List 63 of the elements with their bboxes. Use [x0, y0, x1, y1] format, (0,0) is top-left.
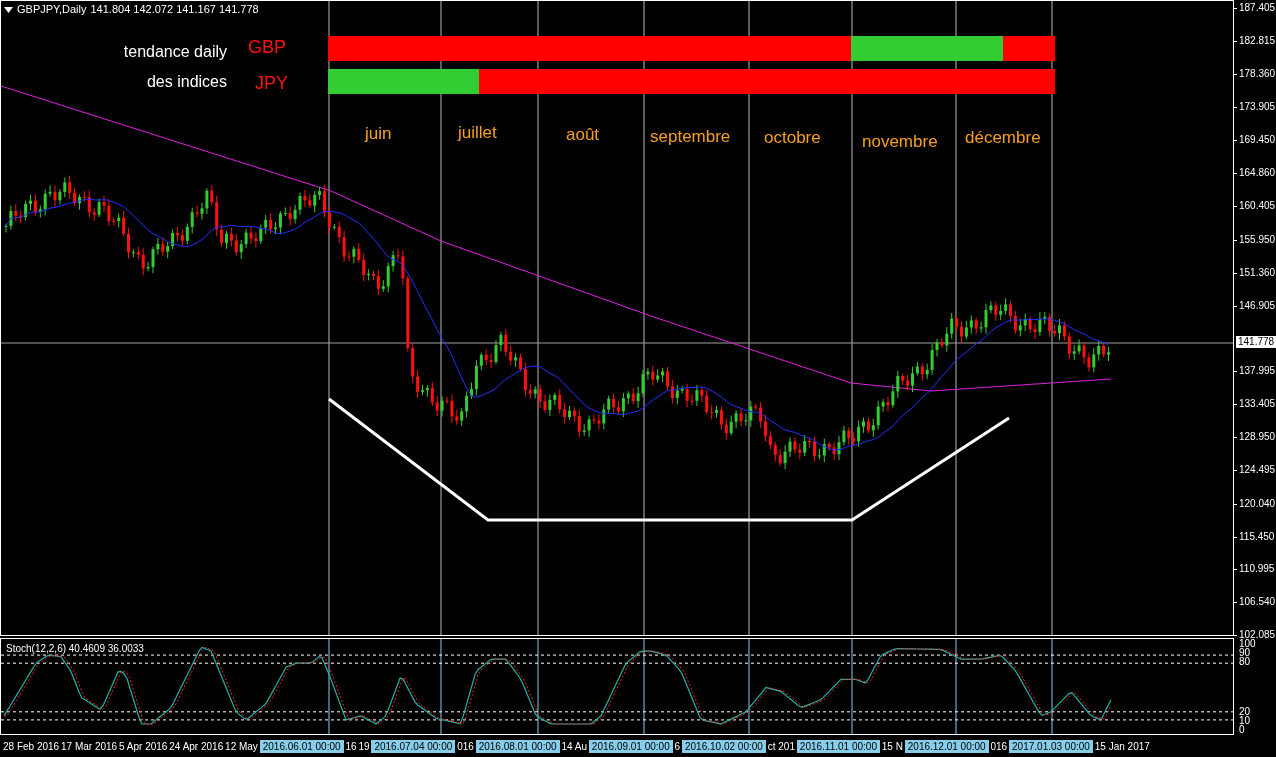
date-label: 2016.11.01 00:00	[796, 740, 880, 753]
month-label: août	[566, 125, 600, 145]
ohlc-values: 141.804 142.072 141.167 141.778	[90, 3, 259, 16]
price-tick-label: 137.995	[1239, 365, 1276, 377]
price-tick-label: 164.860	[1239, 167, 1276, 179]
date-label: 2016.08.01 00:00	[475, 740, 560, 753]
date-label: 28 Feb 2016	[3, 740, 60, 753]
price-tick-label: 110.995	[1239, 563, 1275, 575]
date-label: 2016.07.04 00:00	[371, 740, 456, 753]
date-label: 2016.06.01 00:00	[259, 740, 344, 753]
month-label: juin	[365, 124, 392, 144]
level-label: 20	[1239, 707, 1251, 717]
dropdown-triangle-icon[interactable]	[4, 6, 13, 13]
level-label: 0	[1239, 725, 1245, 735]
date-label: ct 201	[767, 740, 795, 753]
date-label: 16	[345, 740, 357, 753]
month-label: décembre	[965, 128, 1041, 148]
legend-label: tendance daily	[123, 42, 227, 62]
price-tick-label: 173.905	[1239, 101, 1276, 113]
price-tick-label: 187.405	[1239, 2, 1276, 14]
date-label: 12 May	[225, 740, 258, 753]
symbol-title: GBPJPY,Daily	[17, 3, 87, 16]
price-tick-label: 128.950	[1239, 431, 1276, 443]
month-label: novembre	[862, 132, 938, 152]
price-tick-label: 169.450	[1239, 134, 1276, 146]
date-label: 2016.10.02 00:00	[682, 740, 766, 753]
date-label: 17 Mar 2016	[61, 740, 118, 753]
legend-label: des indices	[146, 72, 227, 92]
month-label: octobre	[764, 128, 821, 148]
date-label: 15 N	[881, 740, 903, 753]
date-label: 14 Au	[561, 740, 587, 753]
level-label: 90	[1239, 648, 1251, 658]
level-label: 100	[1239, 639, 1256, 649]
price-tick-label: 124.495	[1239, 464, 1276, 476]
month-label: juillet	[458, 123, 497, 143]
current-price-label: 141.778	[1236, 336, 1276, 348]
date-label: 016	[457, 740, 474, 753]
month-label: septembre	[650, 127, 731, 147]
price-tick-label: 178.360	[1239, 68, 1276, 80]
price-tick-label: 151.360	[1239, 267, 1276, 279]
price-tick-label: 182.815	[1239, 35, 1276, 47]
currency-label: GBP	[248, 36, 286, 58]
currency-label: JPY	[255, 72, 288, 94]
date-label: 15 Jan 2017	[1094, 740, 1150, 753]
price-tick-label: 155.950	[1239, 234, 1276, 246]
stochastic-title: Stoch(12,2,6) 40.4609 36.0033	[6, 643, 144, 655]
price-tick-label: 133.405	[1239, 398, 1276, 410]
date-label: 24 Apr 2016	[169, 740, 224, 753]
date-label: 19	[358, 740, 370, 753]
price-tick-label: 102.085	[1239, 629, 1276, 640]
date-label: 016	[990, 740, 1008, 753]
price-tick-label: 146.905	[1239, 300, 1276, 312]
price-tick-label: 120.040	[1239, 498, 1276, 510]
date-label: 2016.12.01 00:00	[904, 740, 989, 753]
level-label: 10	[1239, 716, 1251, 726]
price-tick-label: 106.540	[1239, 596, 1276, 608]
date-label: 2016.09.01 00:00	[588, 740, 673, 753]
level-label: 80	[1239, 657, 1251, 667]
date-label: 5 Apr 2016	[119, 740, 168, 753]
date-label: 6	[674, 740, 681, 753]
price-tick-label: 115.450	[1239, 531, 1275, 543]
date-label: 2017.01.03 00:00	[1009, 740, 1093, 753]
price-tick-label: 160.405	[1239, 200, 1276, 212]
